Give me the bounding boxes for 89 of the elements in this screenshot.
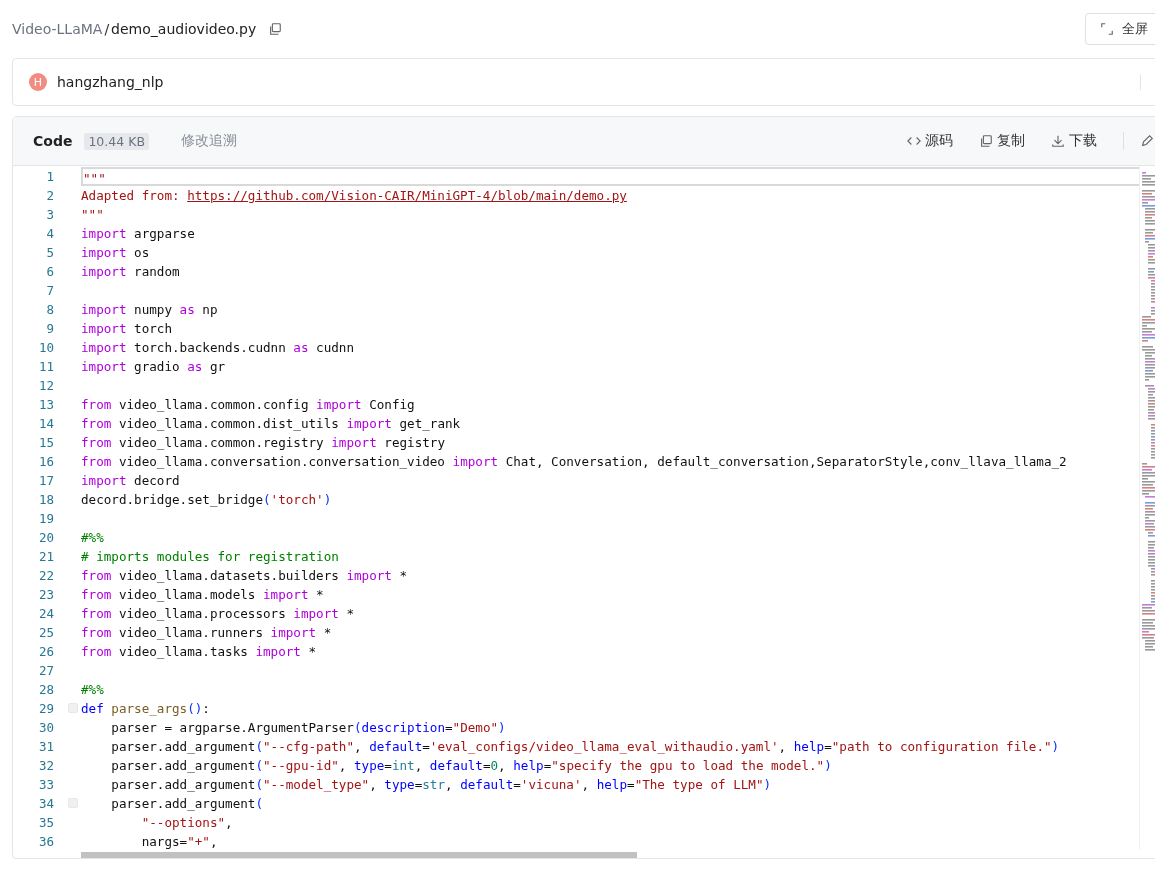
code-line: import decord	[81, 472, 181, 490]
code-line: decord.bridge.set_bridge('torch')	[81, 491, 333, 509]
user-avatar: H	[29, 73, 47, 91]
code-line: parser.add_argument("--gpu-id", type=int, default=0, help="specify the gpu to load the model.")	[110, 757, 833, 775]
code-line: import numpy as np	[81, 301, 219, 319]
line-number: 8	[46, 302, 54, 317]
horizontal-scrollbar[interactable]	[81, 852, 637, 858]
code-line: from video_llama.processors import *	[81, 605, 355, 623]
path-separator: /	[104, 21, 110, 37]
line-number: 27	[38, 663, 54, 678]
code-line: from video_llama.common.config import Config	[81, 396, 416, 414]
code-line: # imports modules for registration	[81, 548, 340, 566]
line-number: 29	[38, 701, 54, 716]
line-number: 12	[38, 378, 54, 393]
code-line: #%%	[81, 529, 105, 547]
line-number: 28	[38, 682, 54, 697]
line-number: 7	[46, 283, 54, 298]
code-line: from video_llama.datasets.builders import *	[81, 567, 409, 585]
code-line: "--options",	[140, 814, 234, 832]
line-number: 17	[38, 473, 54, 488]
code-line: #%%	[81, 681, 105, 699]
code-line: parser.add_argument("--model_type", type=str, default='vicuna', help="The type of LLM")	[110, 776, 773, 794]
code-line: import random	[81, 263, 181, 281]
code-line: parser.add_argument("--cfg-path", default='eval_configs/video_llama_eval_withaudio.yaml', help="path to configuration file.")	[110, 738, 1061, 756]
code-line: from video_llama.tasks import *	[81, 643, 318, 661]
line-number: 31	[38, 739, 54, 754]
copy-icon	[979, 134, 993, 148]
line-number: 11	[38, 359, 54, 374]
line-number: 15	[38, 435, 54, 450]
line-number: 30	[38, 720, 54, 735]
line-number: 9	[46, 321, 54, 336]
code-line: Adapted from: https://github.com/Vision-CAIR/MiniGPT-4/blob/main/demo.py	[81, 187, 628, 205]
download-icon	[1051, 134, 1065, 148]
pencil-icon	[1140, 134, 1154, 148]
code-line: from video_llama.conversation.conversation_video import Chat, Conversation, default_conversation,SeparatorStyle,conv_llava_llama_2	[81, 453, 1068, 471]
line-number: 19	[38, 511, 54, 526]
line-number: 33	[38, 777, 54, 792]
file-size-badge: 10.44 KB	[84, 132, 149, 150]
line-number: 16	[38, 454, 54, 469]
repo-link[interactable]: Video-LLaMA	[12, 21, 103, 37]
toolbar-action-button[interactable]: 源码	[907, 132, 953, 150]
line-number: 20	[38, 530, 54, 545]
line-number: 25	[38, 625, 54, 640]
code-line: import os	[81, 244, 151, 262]
file-name: demo_audiovideo.py	[111, 21, 257, 37]
line-number: 10	[38, 340, 54, 355]
code-line: """	[81, 167, 1141, 186]
code-line: from video_llama.runners import *	[81, 624, 333, 642]
code-line: from video_llama.common.dist_utils import get_rank	[81, 415, 462, 433]
code-line: import torch	[81, 320, 173, 338]
toolbar-action-button[interactable]: 复制	[979, 132, 1025, 150]
line-number: 1	[46, 169, 54, 184]
code-line: from video_llama.models import *	[81, 586, 325, 604]
expand-icon	[1100, 22, 1114, 36]
line-number: 24	[38, 606, 54, 621]
code-line: parser.add_argument(	[110, 795, 264, 813]
line-number: 2	[46, 188, 54, 203]
line-number: 13	[38, 397, 54, 412]
author-name[interactable]: hangzhang_nlp	[57, 74, 164, 90]
line-number: 22	[38, 568, 54, 583]
line-number: 32	[38, 758, 54, 773]
code-link[interactable]: https://github.com/Vision-CAIR/MiniGPT-4/blob/main/demo.py	[187, 188, 627, 203]
toolbar-action-button[interactable]: 下载	[1051, 132, 1097, 150]
line-number: 4	[46, 226, 54, 241]
line-number: 21	[38, 549, 54, 564]
fold-marker-icon[interactable]	[68, 703, 78, 713]
code-line: nargs="+",	[140, 833, 219, 851]
code-line: def parse_args():	[81, 700, 211, 718]
line-number: 36	[38, 834, 54, 849]
code-line: """	[81, 206, 105, 224]
line-number: 5	[46, 245, 54, 260]
line-number: 14	[38, 416, 54, 431]
line-number: 34	[38, 796, 54, 811]
code-line: import torch.backends.cudnn as cudnn	[81, 339, 355, 357]
code-line: from video_llama.common.registry import registry	[81, 434, 446, 452]
line-number: 26	[38, 644, 54, 659]
line-number: 3	[46, 207, 54, 222]
fold-marker-icon[interactable]	[68, 798, 78, 808]
code-line: parser = argparse.ArgumentParser(description="Demo")	[110, 719, 507, 737]
line-number: 35	[38, 815, 54, 830]
code-line: import gradio as gr	[81, 358, 227, 376]
code-tab[interactable]: Code	[33, 133, 73, 149]
copy-icon	[268, 22, 283, 36]
code-icon	[907, 134, 921, 148]
code-line: import argparse	[81, 225, 196, 243]
line-number: 23	[38, 587, 54, 602]
line-number: 6	[46, 264, 54, 279]
fullscreen-button[interactable]: 全屏	[1085, 13, 1155, 45]
line-number: 18	[38, 492, 54, 507]
